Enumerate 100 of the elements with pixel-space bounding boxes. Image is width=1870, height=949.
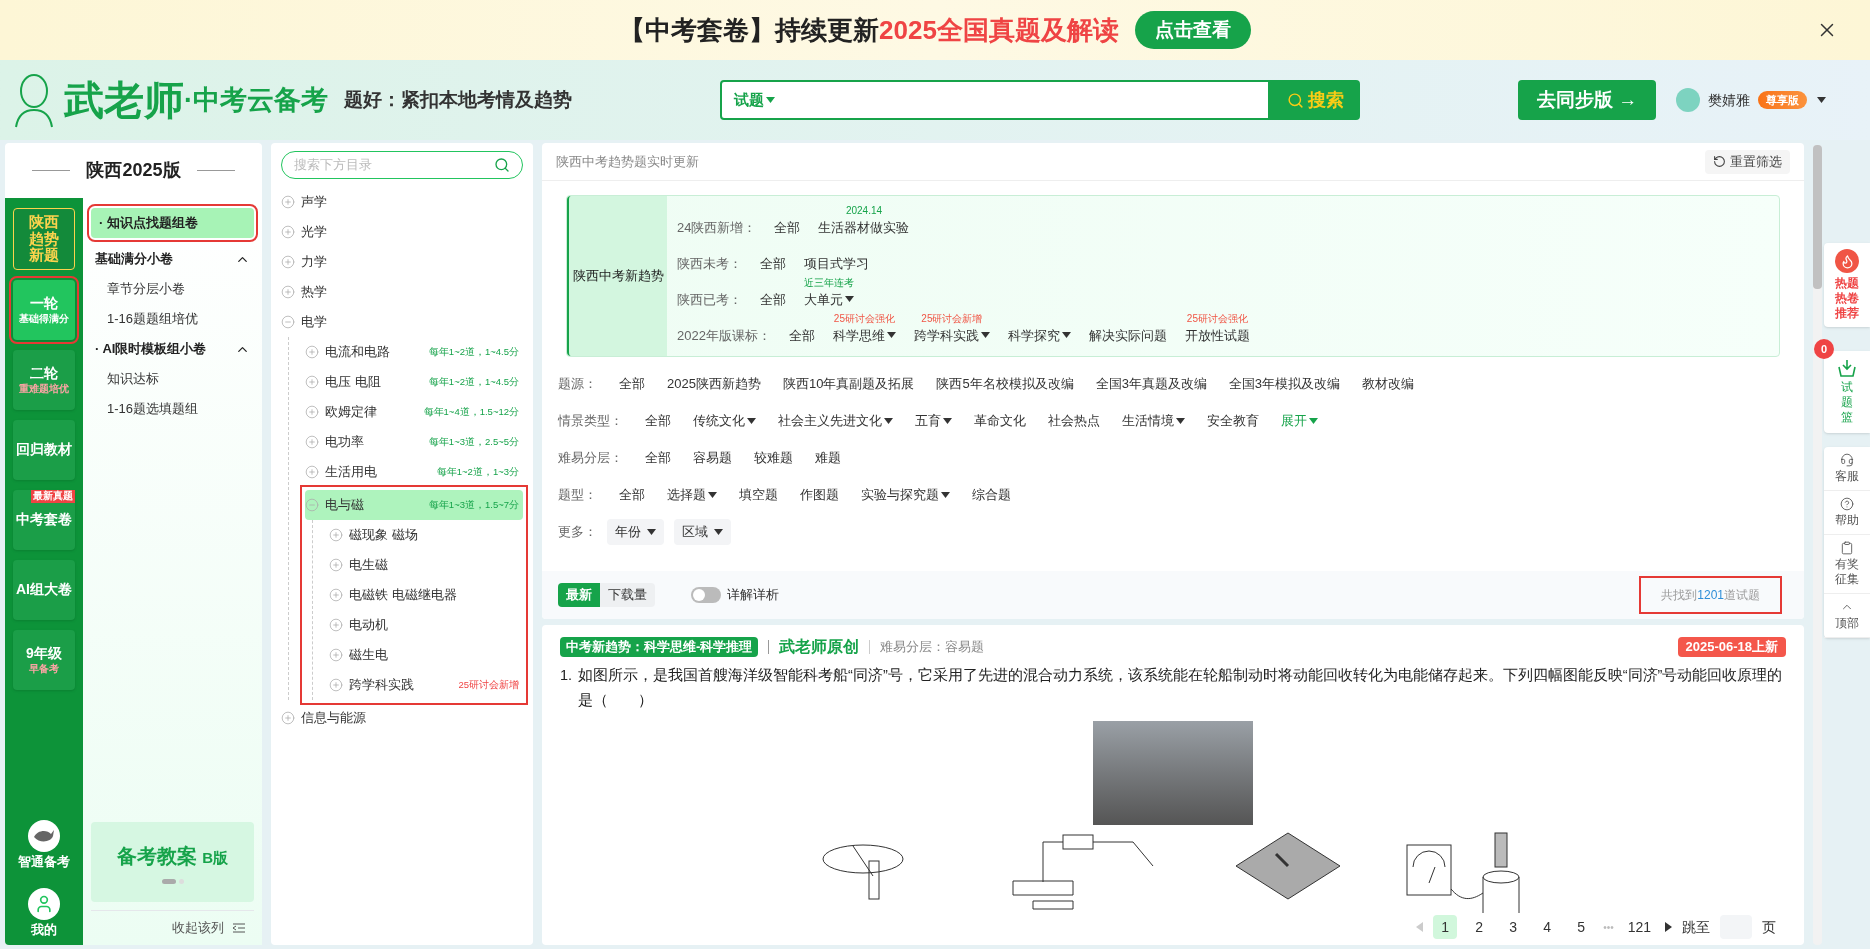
tool-button[interactable]: 帮助 xyxy=(1824,491,1870,535)
filter-option[interactable]: 社会热点 xyxy=(1048,410,1100,431)
tree-item[interactable]: 电学 xyxy=(281,307,523,337)
filter-option[interactable]: 教材改编 xyxy=(1362,373,1415,394)
plus-circle-icon[interactable] xyxy=(281,195,295,209)
filter-option[interactable]: 安全教育 xyxy=(1207,410,1259,431)
filter-option[interactable]: 陕西5年名校模拟及改编 xyxy=(936,373,1074,394)
filter-option[interactable]: 解决实际问题 xyxy=(1088,325,1167,345)
collapse-column-button[interactable]: 收起该列 xyxy=(91,911,254,945)
filter-option[interactable]: 全国3年真题及改编 xyxy=(1095,373,1207,394)
sort-tab[interactable]: 下载量 xyxy=(600,583,655,607)
plus-circle-icon[interactable] xyxy=(305,405,319,419)
rail-tab[interactable]: 最新真题 中考套卷 xyxy=(13,490,75,550)
filter-option[interactable]: 难题 xyxy=(815,447,841,468)
tree-item[interactable]: 信息与能源 xyxy=(281,703,523,733)
filter-option[interactable]: 科学思维 xyxy=(832,325,896,345)
tree-item[interactable]: 电生磁 xyxy=(329,550,523,580)
tree-item[interactable]: 光学 xyxy=(281,217,523,247)
filter-option[interactable]: 全部 xyxy=(619,373,645,394)
next-page-icon[interactable] xyxy=(1665,922,1672,932)
plus-circle-icon[interactable] xyxy=(305,345,319,359)
tree-item[interactable]: 生活用电 每年1~2道，1~3分 xyxy=(305,457,523,487)
tree-item[interactable]: 电压 电阻 每年1~2道，1~4.5分 xyxy=(305,367,523,397)
hot-papers-button[interactable]: 热题热卷推荐 xyxy=(1824,243,1870,327)
tree-item[interactable]: 磁现象 磁场 xyxy=(329,520,523,550)
filter-option[interactable]: 选择题 xyxy=(667,484,717,505)
tree-item[interactable]: 电功率 每年1~3道，2.5~5分 xyxy=(305,427,523,457)
tree-item[interactable]: 电与磁 每年1~3道，1.5~7分 xyxy=(305,490,523,520)
plus-circle-icon[interactable] xyxy=(305,435,319,449)
tree-item[interactable]: 磁生电 xyxy=(329,640,523,670)
filter-option[interactable]: 全部 xyxy=(760,253,786,273)
plus-circle-icon[interactable] xyxy=(281,711,295,725)
filter-option[interactable]: 全部 xyxy=(774,217,801,237)
minus-circle-icon[interactable] xyxy=(281,315,295,329)
plus-circle-icon[interactable] xyxy=(281,225,295,239)
toggle-switch[interactable] xyxy=(691,587,721,603)
page-button[interactable]: 121 xyxy=(1623,915,1655,939)
plus-circle-icon[interactable] xyxy=(329,588,343,602)
filter-option[interactable]: 全部 xyxy=(788,325,815,345)
tree-item[interactable]: 跨学科实践 25研讨会新增 xyxy=(329,670,523,700)
tree-item[interactable]: 力学 xyxy=(281,247,523,277)
tree-item[interactable]: 欧姆定律 每年1~4道，1.5~12分 xyxy=(305,397,523,427)
minus-circle-icon[interactable] xyxy=(305,498,319,512)
menu-item[interactable]: 章节分层小卷 xyxy=(91,274,254,304)
filter-option[interactable]: 传统文化 xyxy=(693,410,756,431)
rail-link[interactable]: 智通备考 xyxy=(18,820,70,872)
tree-item[interactable]: 声学 xyxy=(281,187,523,217)
tree-item[interactable]: 热学 xyxy=(281,277,523,307)
previous-page-icon[interactable] xyxy=(1416,922,1424,932)
filter-option[interactable]: 跨学科实践 xyxy=(913,325,990,345)
filter-option[interactable]: 陕西10年真副题及拓展 xyxy=(782,373,915,394)
filter-dropdown[interactable]: 区域 xyxy=(674,518,731,545)
menu-group[interactable]: · AI限时模板组小卷 xyxy=(91,334,254,364)
filter-option[interactable]: 综合题 xyxy=(972,484,1011,505)
filter-option[interactable]: 容易题 xyxy=(693,447,732,468)
filter-option[interactable]: 填空题 xyxy=(739,484,778,505)
page-button[interactable]: 1 xyxy=(1433,915,1458,939)
filter-option[interactable]: 全部 xyxy=(645,410,671,431)
tree-item[interactable]: 电流和电路 每年1~2道，1~4.5分 xyxy=(305,337,523,367)
plus-circle-icon[interactable] xyxy=(281,255,295,269)
filter-option[interactable]: 较难题 xyxy=(754,447,793,468)
plus-circle-icon[interactable] xyxy=(305,375,319,389)
menu-group[interactable]: 基础满分小卷 xyxy=(91,244,254,274)
filter-option[interactable]: 科学探究 xyxy=(1007,325,1071,345)
tool-button[interactable]: 有奖征集 xyxy=(1824,535,1870,594)
plus-circle-icon[interactable] xyxy=(329,678,343,692)
filter-option[interactable]: 生活器材做实验 xyxy=(818,217,910,237)
filter-option[interactable]: 实验与探究题 xyxy=(861,484,950,505)
page-button[interactable]: 3 xyxy=(1501,915,1526,939)
page-button[interactable]: 5 xyxy=(1569,915,1594,939)
filter-option[interactable]: 全部 xyxy=(619,484,645,505)
tree-item[interactable]: 电动机 xyxy=(329,610,523,640)
filter-option[interactable]: 开放性试题 xyxy=(1184,325,1250,345)
tree-item[interactable]: 电磁铁 电磁继电器 xyxy=(329,580,523,610)
plus-circle-icon[interactable] xyxy=(329,618,343,632)
menu-item[interactable]: 1-16题选填题组 xyxy=(91,394,254,424)
filter-option[interactable]: 生活情境 xyxy=(1122,410,1185,431)
filter-option[interactable]: 全部 xyxy=(760,289,786,309)
tool-button[interactable]: 客服 xyxy=(1824,447,1870,491)
filter-dropdown[interactable]: 年份 xyxy=(607,518,664,545)
menu-item[interactable]: 1-16题题组培优 xyxy=(91,304,254,334)
reset-filter-button[interactable]: 重置筛选 xyxy=(1705,149,1790,174)
plus-circle-icon[interactable] xyxy=(329,528,343,542)
filter-option[interactable]: 2025陕西新趋势 xyxy=(667,373,761,394)
filter-option[interactable]: 五育 xyxy=(915,410,952,431)
filter-option[interactable]: 项目式学习 xyxy=(804,253,869,273)
plus-circle-icon[interactable] xyxy=(329,558,343,572)
plus-circle-icon[interactable] xyxy=(305,465,319,479)
plus-circle-icon[interactable] xyxy=(281,285,295,299)
search-input[interactable]: 搜索下方目录 xyxy=(294,155,494,175)
filter-option[interactable]: 大单元 xyxy=(804,289,854,309)
tool-button[interactable]: 顶部 xyxy=(1824,594,1870,638)
filter-option[interactable]: 全国3年模拟及改编 xyxy=(1228,373,1341,394)
page-button[interactable]: 2 xyxy=(1467,915,1492,939)
filter-option[interactable]: 全部 xyxy=(645,447,671,468)
plus-circle-icon[interactable] xyxy=(329,648,343,662)
menu-item[interactable]: 知识达标 xyxy=(91,364,254,394)
filter-option[interactable]: 作图题 xyxy=(800,484,839,505)
page-button[interactable]: 4 xyxy=(1535,915,1560,939)
filter-option[interactable]: 社会主义先进文化 xyxy=(778,410,893,431)
